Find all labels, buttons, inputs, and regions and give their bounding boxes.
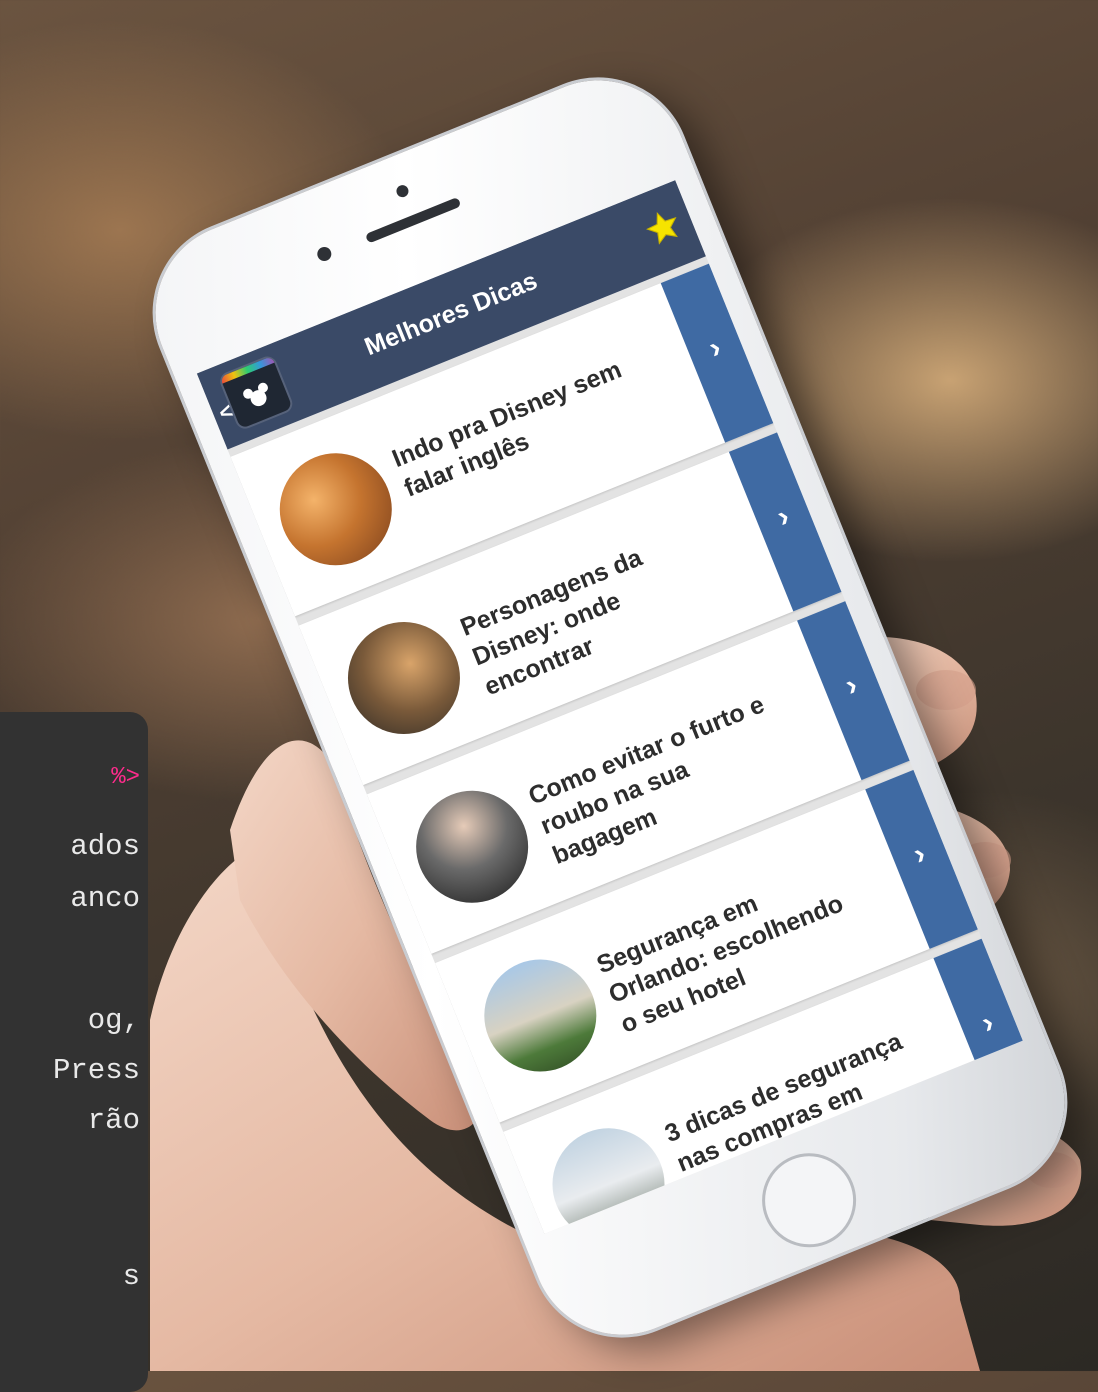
front-camera-icon bbox=[394, 183, 411, 199]
thumbnail-image bbox=[535, 1111, 682, 1234]
home-button[interactable] bbox=[747, 1139, 871, 1262]
thumbnail-image bbox=[399, 773, 546, 920]
thumbnail-image bbox=[467, 942, 614, 1089]
thumbnail-image bbox=[262, 436, 409, 583]
chevron-right-icon[interactable]: › bbox=[933, 938, 1023, 1118]
speaker-grille bbox=[364, 196, 462, 244]
thumbnail-image bbox=[331, 605, 477, 751]
sensor-icon bbox=[315, 244, 334, 264]
